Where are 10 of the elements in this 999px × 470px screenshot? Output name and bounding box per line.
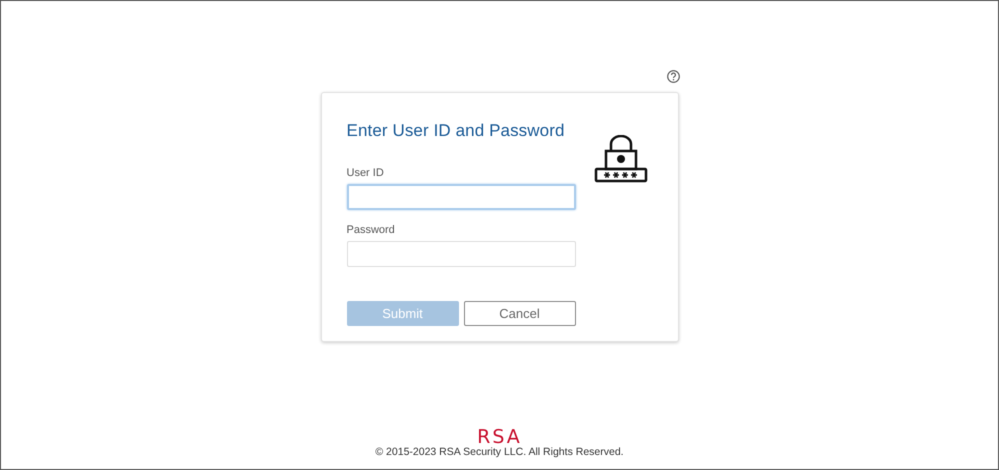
field-label: Password (346, 224, 396, 236)
form-title: Enter User ID and Password (346, 121, 566, 141)
help-icon[interactable] (666, 70, 680, 83)
user-id-field[interactable] (346, 184, 576, 210)
cancel-button[interactable]: Cancel (464, 301, 576, 326)
field-label: User ID (346, 167, 385, 179)
padlock-icon (594, 135, 648, 183)
rsa-logo: RSA (477, 428, 522, 446)
password-field[interactable] (346, 241, 576, 267)
copyright-text: © 2015-2023 RSA Security LLC. All Rights Reserved. (375, 446, 624, 459)
